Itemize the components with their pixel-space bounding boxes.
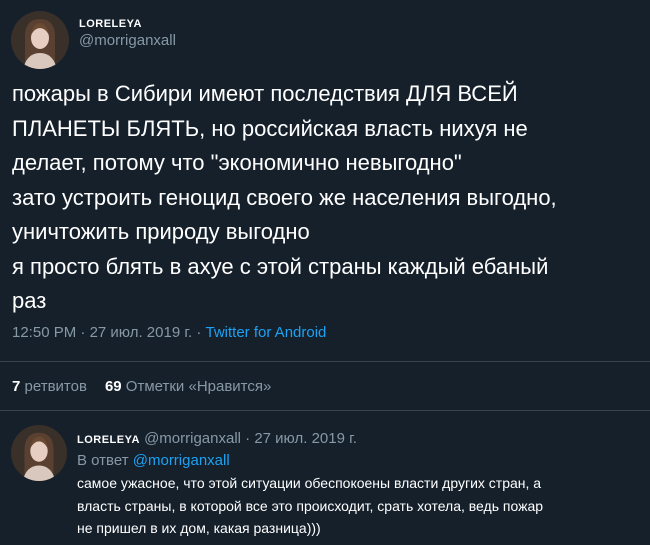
reply-to-mention[interactable]: @morriganxall [133,452,230,469]
tweet-stats: 7 ретвитов 69 Отметки «Нравится» [12,377,271,397]
reply-text-line: не пришел в их дом, какая разница))) [77,520,321,536]
tweet-text-line: делает, потому что "экономично невыгодно… [12,150,462,175]
tweet-date[interactable]: 27 июл. 2019 г. [90,324,193,341]
reply-text-line: власть страны, в которой все это происхо… [77,497,544,514]
tweet-text-line: я просто блять в ахуе с этой страны кажд… [12,253,549,279]
reply-header: LORELEYA @morriganxall · 27 июл. 2019 г. [77,430,642,449]
reply-separator: · [245,430,251,447]
avatar-portrait-icon [11,425,67,481]
reply-display-name[interactable]: LORELEYA [77,434,140,446]
retweets-count: 7 [12,378,21,395]
meta-separator: · [196,324,202,341]
reply-text: самое ужасное, что этой ситуации обеспок… [77,472,642,540]
tweet-time[interactable]: 12:50 PM [12,324,76,341]
tweet-meta: 12:50 PM · 27 июл. 2019 г. · Twitter for… [12,323,326,343]
divider [0,410,650,411]
likes-stat[interactable]: 69 Отметки «Нравится» [105,378,271,395]
tweet-source-link[interactable]: Twitter for Android [206,324,327,341]
reply-handle[interactable]: @morriganxall [144,430,241,447]
tweet-text: пожары в Сибири имеют последствия ДЛЯ ВС… [12,77,642,319]
reply-to-label: В ответ [77,452,129,469]
author-handle[interactable]: @morriganxall [79,31,176,51]
retweets-label: ретвитов [24,378,87,395]
reply-tweet[interactable]: LORELEYA @morriganxall · 27 июл. 2019 г.… [77,430,642,540]
tweet-author[interactable]: LORELEYA @morriganxall [79,17,176,51]
reply-text-line: самое ужасное, что этой ситуации обеспок… [77,475,542,491]
tweet-text-line: зато устроить геноцид своего же населени… [12,184,557,210]
meta-separator: · [80,324,86,341]
avatar[interactable] [11,11,69,69]
divider [0,361,650,362]
reply-date[interactable]: 27 июл. 2019 г. [254,430,357,447]
tweet-text-line: уничтожить природу выгодно [12,219,310,244]
reply-to: В ответ @morriganxall [77,450,642,472]
likes-count: 69 [104,378,122,395]
likes-label: Отметки «Нравится» [125,378,272,395]
retweets-stat[interactable]: 7 ретвитов [12,378,87,395]
tweet-text-line: раз [12,288,47,313]
tweet-screenshot: LORELEYA @morriganxall пожары в Сибири и… [0,0,650,545]
avatar-portrait-icon [11,11,69,69]
tweet-text-line: ПЛАНЕТЫ БЛЯТЬ, но российская власть ниху… [12,115,528,141]
reply-avatar[interactable] [11,425,67,481]
author-display-name[interactable]: LORELEYA [79,17,176,31]
tweet-text-line: пожары в Сибири имеют последствия ДЛЯ ВС… [12,81,518,106]
